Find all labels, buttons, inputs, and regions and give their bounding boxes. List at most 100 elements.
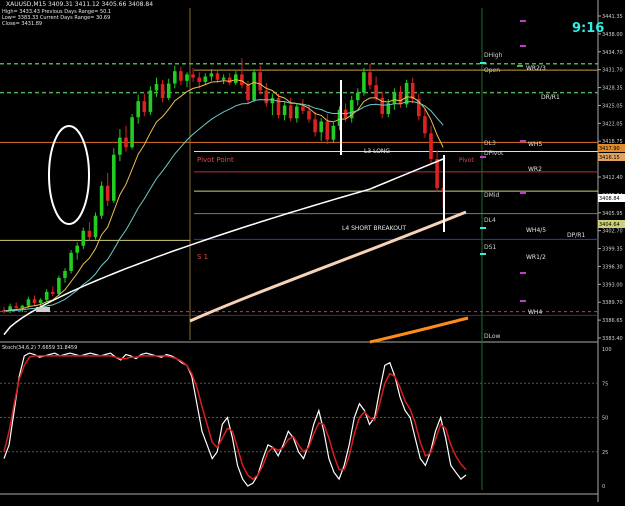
wr2-label: WR2 — [528, 166, 542, 173]
wh4-5-label: WH4/5 — [526, 227, 546, 234]
candle-body — [258, 72, 262, 91]
candle-body — [112, 154, 116, 201]
stoch-level-label: 100 — [602, 347, 612, 353]
candle-body — [374, 85, 378, 98]
pivot-label: Pivot — [459, 157, 474, 164]
candle-body — [118, 137, 122, 155]
open-label: Open — [484, 67, 500, 74]
price-tag-label: 3417.90 — [599, 146, 620, 152]
dl4-label: DL4 — [484, 217, 496, 224]
candle-body — [185, 74, 189, 81]
candle-body — [20, 305, 25, 308]
dmid-label: DMid — [484, 192, 499, 199]
candle-body — [173, 71, 177, 84]
price-tag-label: 3416.15 — [599, 155, 620, 161]
candle-body — [234, 74, 238, 83]
level-marker — [520, 140, 526, 142]
level-marker — [520, 192, 526, 194]
candle-body — [44, 291, 49, 300]
stoch-level-label: 75 — [602, 381, 608, 387]
candle-body — [295, 106, 299, 119]
candle-body — [252, 72, 256, 101]
candle-body — [38, 299, 43, 304]
candle-body — [282, 105, 287, 116]
s1-label: S 1 — [197, 253, 208, 261]
dhigh-label: DHigh — [484, 52, 503, 59]
symbol-ohlc-header: XAUUSD,M15 3409.31 3411.12 3405.66 3408.… — [6, 1, 154, 8]
dpr1-label: DP/R1 — [567, 232, 585, 239]
price-axis-label: 3441.35 — [602, 14, 623, 20]
candle-body — [264, 90, 269, 104]
candle-body — [307, 110, 311, 120]
candle-body — [221, 77, 226, 80]
candle-body — [398, 92, 403, 105]
candle-body — [148, 90, 153, 112]
wh5-label: WH5 — [528, 141, 542, 148]
candle-body — [215, 73, 220, 80]
level-marker — [480, 156, 486, 158]
candle-body — [191, 74, 195, 78]
candle-body — [203, 76, 208, 82]
candle-body — [288, 105, 293, 119]
chart-window[interactable]: 3441.35 3438.00 3434.70 3431.70 3428.35 3425.… — [0, 0, 625, 502]
info-close-line: Close= 3431.89 — [2, 21, 43, 27]
level-marker — [517, 65, 523, 67]
candle-body — [313, 119, 317, 133]
price-axis-label: 3386.65 — [602, 318, 623, 324]
candle-body — [392, 92, 397, 104]
candle-body — [270, 97, 275, 104]
candle-body — [410, 82, 415, 100]
price-axis-label: 3431.70 — [602, 68, 623, 74]
stoch-label: Stoch(34,6,2) 7.6659 31.8459 — [2, 345, 77, 351]
candle-body — [246, 85, 250, 101]
price-axis-label: 3383.40 — [602, 336, 623, 342]
price-axis-label: 3422.05 — [602, 121, 623, 127]
candle-body — [124, 137, 128, 148]
candle-body — [209, 73, 214, 77]
level-marker — [520, 20, 526, 22]
stoch-main-line — [3, 352, 467, 487]
wh4-label: WH4 — [528, 309, 542, 316]
dlow-label: DLow — [484, 333, 501, 340]
ds1-label: DS1 — [484, 244, 496, 251]
current-price-tag-label: 3408.84 — [599, 196, 620, 202]
highlight-ellipse — [48, 125, 90, 225]
candle-body — [368, 72, 372, 86]
candle-body — [136, 101, 140, 118]
candle-body — [166, 83, 171, 98]
price-axis-label: 3405.95 — [602, 211, 623, 217]
level-marker — [480, 227, 486, 229]
candle-body — [26, 299, 31, 306]
candle-body — [319, 121, 323, 133]
level-marker — [480, 253, 486, 255]
level-marker — [520, 272, 526, 274]
price-axis-label: 3402.70 — [602, 229, 623, 235]
price-axis-label: 3434.70 — [602, 50, 623, 56]
candle-body — [93, 215, 98, 238]
candle-body — [51, 291, 55, 294]
candle-body — [57, 277, 61, 294]
stoch-level-label: 0 — [602, 484, 605, 490]
candle-body — [142, 101, 147, 112]
price-chart[interactable]: 3441.35 3438.00 3434.70 3431.70 3428.35 3425.… — [0, 0, 625, 502]
stoch-level-label: 50 — [602, 416, 608, 422]
candle-body — [325, 121, 330, 140]
candle-body — [301, 106, 305, 111]
candle-body — [240, 74, 244, 86]
candle-body — [435, 159, 439, 188]
wr1-2-label: WR1/2 — [526, 254, 546, 261]
price-axis-label: 3389.70 — [602, 300, 623, 306]
level-marker — [520, 300, 526, 302]
candle-body — [154, 84, 159, 91]
candle-body — [179, 71, 183, 81]
candle-body — [423, 116, 427, 134]
candle-body — [81, 230, 86, 246]
price-axis-label: 3396.30 — [602, 264, 623, 270]
candle-body — [69, 252, 73, 271]
stoch-level-label: 25 — [602, 450, 608, 456]
candle-body — [404, 82, 409, 105]
candle-body — [99, 185, 104, 216]
pivot-point-label: Pivot Point — [197, 156, 234, 164]
price-axis-label: 3393.00 — [602, 282, 623, 288]
price-axis-label: 3428.35 — [602, 86, 623, 92]
